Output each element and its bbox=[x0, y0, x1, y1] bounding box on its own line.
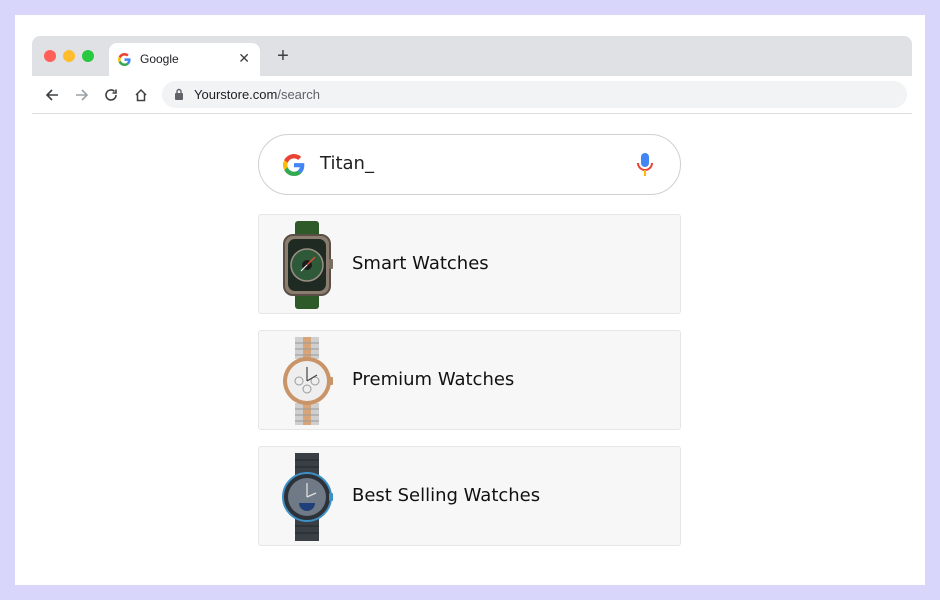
microphone-icon[interactable] bbox=[636, 152, 654, 178]
reload-icon[interactable] bbox=[101, 85, 121, 105]
toolbar: Yourstore.com/search bbox=[32, 76, 912, 114]
suggestion-label: Best Selling Watches bbox=[352, 485, 541, 506]
tab-strip: Google ✕ + bbox=[32, 36, 912, 76]
suggestion-best-selling-watches[interactable]: Best Selling Watches bbox=[258, 446, 681, 546]
plus-icon[interactable]: + bbox=[272, 45, 294, 67]
tab-title: Google bbox=[140, 52, 179, 66]
dark-moonphase-watch-image bbox=[282, 453, 333, 541]
silver-chronograph-image bbox=[283, 337, 333, 425]
search-input[interactable]: Titan_ bbox=[258, 134, 681, 195]
close-window-button[interactable] bbox=[44, 50, 56, 62]
close-icon[interactable]: ✕ bbox=[238, 50, 250, 66]
page-content: Titan_ Smart Watches Premium Watches Bes… bbox=[32, 115, 912, 585]
search-query-text: Titan_ bbox=[320, 153, 374, 174]
url-host: Yourstore.com bbox=[194, 87, 278, 102]
browser-window: Google ✕ + Yourstore.com/search Titan_ S… bbox=[32, 36, 912, 585]
lock-icon bbox=[175, 88, 183, 100]
frame: Google ✕ + Yourstore.com/search Titan_ S… bbox=[15, 15, 925, 585]
url-text: Yourstore.com/search bbox=[194, 87, 320, 102]
forward-arrow-icon[interactable] bbox=[72, 85, 92, 105]
home-icon[interactable] bbox=[131, 85, 151, 105]
back-arrow-icon[interactable] bbox=[42, 85, 62, 105]
address-bar[interactable]: Yourstore.com/search bbox=[162, 81, 907, 108]
minimize-window-button[interactable] bbox=[63, 50, 75, 62]
green-smartwatch-image bbox=[283, 221, 333, 309]
maximize-window-button[interactable] bbox=[82, 50, 94, 62]
google-g-icon bbox=[283, 154, 305, 176]
suggestion-label: Premium Watches bbox=[352, 369, 515, 390]
suggestion-smart-watches[interactable]: Smart Watches bbox=[258, 214, 681, 314]
suggestion-premium-watches[interactable]: Premium Watches bbox=[258, 330, 681, 430]
suggestion-label: Smart Watches bbox=[352, 253, 489, 274]
url-path: /search bbox=[277, 87, 320, 102]
tab-google[interactable]: Google ✕ bbox=[109, 43, 260, 76]
google-favicon-icon bbox=[118, 53, 131, 66]
